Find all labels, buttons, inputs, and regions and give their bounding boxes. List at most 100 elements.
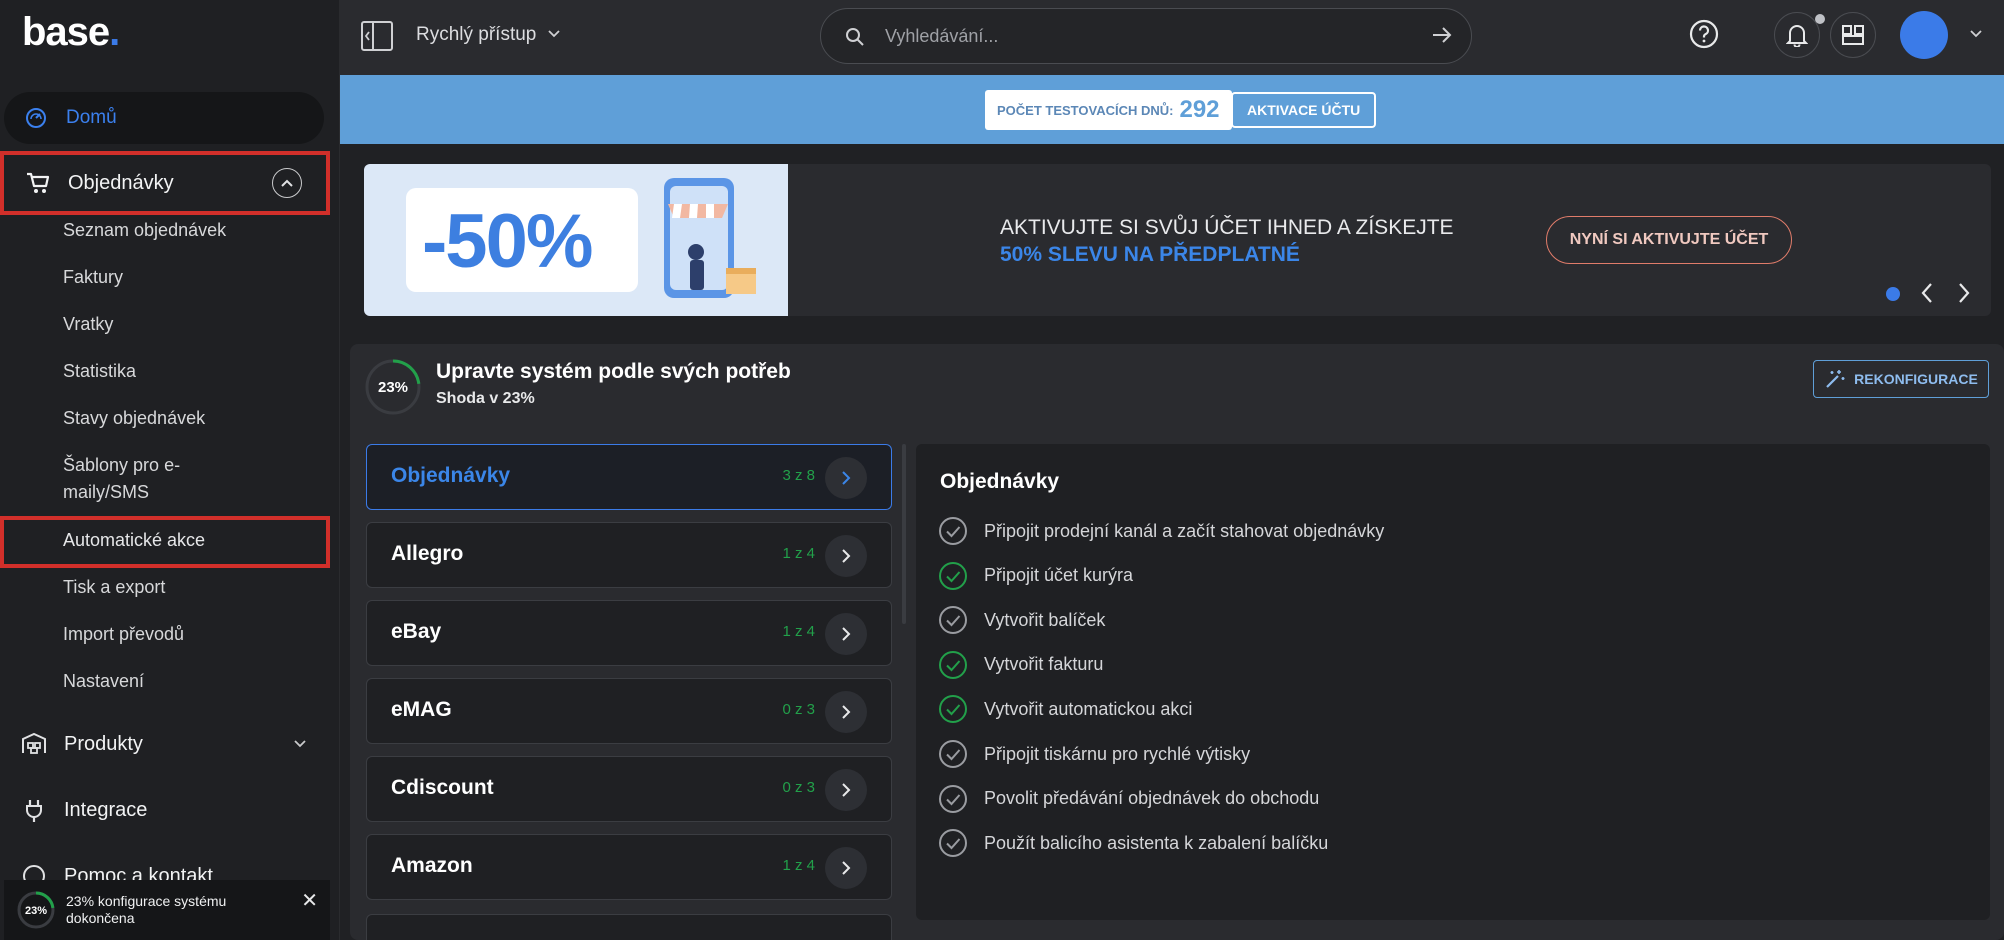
sidebar-subitem-label: Automatické akce: [63, 530, 206, 550]
category-item[interactable]: Allegro 1 z 4: [366, 522, 892, 588]
trial-bar: POČET TESTOVACÍCH DNŮ: 292 AKTIVACE ÚČTU: [340, 75, 2004, 144]
config-title: Upravte systém podle svých potřeb: [436, 360, 791, 383]
activate-now-button[interactable]: NYNÍ SI AKTIVUJTE ÚČET: [1546, 216, 1792, 264]
progress-percent: 23%: [378, 379, 408, 396]
discount-text: -50%: [422, 199, 593, 284]
task-item[interactable]: Povolit předávání objednávek do obchodu: [938, 784, 1319, 814]
category-item[interactable]: Objednávky 3 z 8: [366, 444, 892, 510]
task-item[interactable]: Připojit účet kurýra: [938, 561, 1133, 591]
task-item[interactable]: Vytvořit automatickou akci: [938, 694, 1192, 724]
sidebar: base. Domů Objednávky Seznam objednávek …: [0, 0, 340, 940]
arrow-right-icon[interactable]: [1431, 25, 1453, 45]
apps-button[interactable]: [1830, 12, 1876, 58]
logo[interactable]: base.: [22, 10, 120, 55]
task-item[interactable]: Použít balicího asistenta k zabalení bal…: [938, 828, 1328, 858]
search-input[interactable]: [885, 23, 1405, 49]
chevron-right-icon[interactable]: [825, 691, 867, 733]
chevron-up-icon[interactable]: [272, 168, 302, 198]
discount-card: -50%: [406, 188, 638, 292]
topbar: Rychlý přístup: [340, 0, 2004, 75]
sidebar-subitem-settings[interactable]: Nastavení: [63, 668, 144, 695]
sidebar-subitem-order-list[interactable]: Seznam objednávek: [63, 217, 226, 244]
task-label: Povolit předávání objednávek do obchodu: [984, 788, 1320, 809]
category-item[interactable]: eMAG 0 z 3: [366, 678, 892, 744]
category-detail: Objednávky Připojit prodejní kanál a zač…: [916, 444, 1990, 920]
task-item[interactable]: Vytvořit fakturu: [938, 650, 1103, 680]
task-label: Připojit účet kurýra: [984, 565, 1134, 586]
chevron-left-icon[interactable]: [1920, 282, 1934, 304]
trial-days-label: POČET TESTOVACÍCH DNŮ:: [997, 102, 1174, 118]
task-label: Připojit tiskárnu pro rychlé výtisky: [984, 743, 1251, 764]
search-bar: [820, 8, 1472, 64]
category-item[interactable]: Cdiscount 0 z 3: [366, 756, 892, 822]
check-circle-icon: [939, 606, 967, 635]
category-name: eMAG: [391, 698, 452, 721]
category-progress: 1 z 4: [782, 857, 815, 874]
category-item[interactable]: Amazon 1 z 4: [366, 834, 892, 900]
sidebar-subitem-email-templates[interactable]: Šablony pro e- maily/SMS: [63, 452, 263, 506]
chevron-down-icon[interactable]: [294, 735, 306, 753]
progress-percent: 23%: [25, 905, 47, 917]
config-subtitle: Shoda v 23%: [436, 390, 535, 407]
chevron-right-icon[interactable]: [1957, 282, 1971, 304]
category-name: Cdiscount: [391, 776, 494, 799]
sidebar-subitem-invoices[interactable]: Faktury: [63, 264, 123, 291]
chevron-right-icon[interactable]: [825, 535, 867, 577]
sidebar-subitem-statistics[interactable]: Statistika: [63, 358, 136, 385]
sidebar-subitem-returns[interactable]: Vratky: [63, 311, 113, 338]
check-circle-icon: [939, 740, 967, 768]
scrollbar[interactable]: [902, 444, 906, 624]
sidebar-item-orders[interactable]: Objednávky: [0, 151, 330, 215]
chevron-right-icon[interactable]: [825, 457, 867, 499]
check-circle-icon: [939, 517, 967, 545]
apps-icon: [1842, 25, 1864, 45]
category-item[interactable]: eBay 1 z 4: [366, 600, 892, 666]
category-progress: 1 z 4: [782, 545, 815, 562]
category-progress: 1 z 4: [782, 623, 815, 640]
chevron-down-icon[interactable]: [548, 30, 560, 38]
chevron-right-icon[interactable]: [825, 613, 867, 655]
sidebar-item-home[interactable]: Domů: [4, 92, 324, 144]
activate-account-button[interactable]: AKTIVACE ÚČTU: [1231, 92, 1377, 128]
configuration-panel: 23% Upravte systém podle svých potřeb Sh…: [350, 344, 2004, 940]
reconfigure-button[interactable]: REKONFIGURACE: [1813, 360, 1989, 398]
sidebar-subitem-order-states[interactable]: Stavy objednávek: [63, 405, 205, 432]
magic-wand-icon: [1826, 370, 1845, 388]
sidebar-item-products[interactable]: Produkty: [0, 712, 330, 776]
sidebar-item-integration[interactable]: Integrace: [0, 778, 330, 842]
category-name: Objednávky: [391, 464, 511, 487]
task-item[interactable]: Připojit prodejní kanál a začít stahovat…: [938, 516, 1384, 546]
sidebar-subitem-import-transfers[interactable]: Import převodů: [63, 621, 184, 648]
banner-line-2: 50% SLEVU NA PŘEDPLATNÉ: [1000, 243, 1300, 266]
task-item[interactable]: Připojit tiskárnu pro rychlé výtisky: [938, 739, 1250, 769]
close-icon[interactable]: ✕: [301, 888, 318, 913]
dashboard-icon: [26, 108, 46, 128]
check-circle-icon: [939, 829, 967, 858]
chevron-down-icon[interactable]: [1970, 30, 1982, 38]
help-icon[interactable]: [1688, 18, 1720, 50]
category-name: eBay: [391, 620, 442, 643]
trial-days-value: 292: [1179, 96, 1220, 123]
avatar[interactable]: [1900, 11, 1948, 59]
task-label: Připojit prodejní kanál a začít stahovat…: [984, 520, 1385, 541]
category-progress: 0 z 3: [782, 701, 815, 718]
category-progress: 0 z 3: [782, 779, 815, 796]
sidebar-item-label: Domů: [66, 107, 117, 128]
config-progress-toast[interactable]: 23% 23% konfigurace systému dokončena ✕: [4, 880, 330, 940]
sidebar-subitem-print-export[interactable]: Tisk a export: [63, 574, 165, 601]
chevron-right-icon[interactable]: [825, 769, 867, 811]
promo-image: -50%: [364, 164, 788, 316]
task-label: Vytvořit automatickou akci: [984, 698, 1193, 719]
detail-title: Objednávky: [940, 470, 1060, 493]
sidebar-subitem-automatic-actions[interactable]: Automatické akce: [0, 516, 330, 568]
carousel-dot[interactable]: [1886, 287, 1900, 301]
task-item[interactable]: Vytvořit balíček: [938, 605, 1105, 635]
notifications-button[interactable]: [1774, 12, 1820, 58]
quick-access-menu[interactable]: Rychlý přístup: [416, 24, 536, 46]
category-item-partial[interactable]: [366, 914, 892, 940]
chevron-right-icon[interactable]: [825, 847, 867, 889]
sidebar-toggle-icon[interactable]: [360, 20, 394, 52]
check-circle-done-icon: [939, 561, 967, 590]
category-name: Allegro: [391, 542, 464, 565]
promo-banner: -50% AKTIVUJTE SI SVŮJ ÚČET IHNED A ZÍSK…: [364, 164, 1991, 316]
